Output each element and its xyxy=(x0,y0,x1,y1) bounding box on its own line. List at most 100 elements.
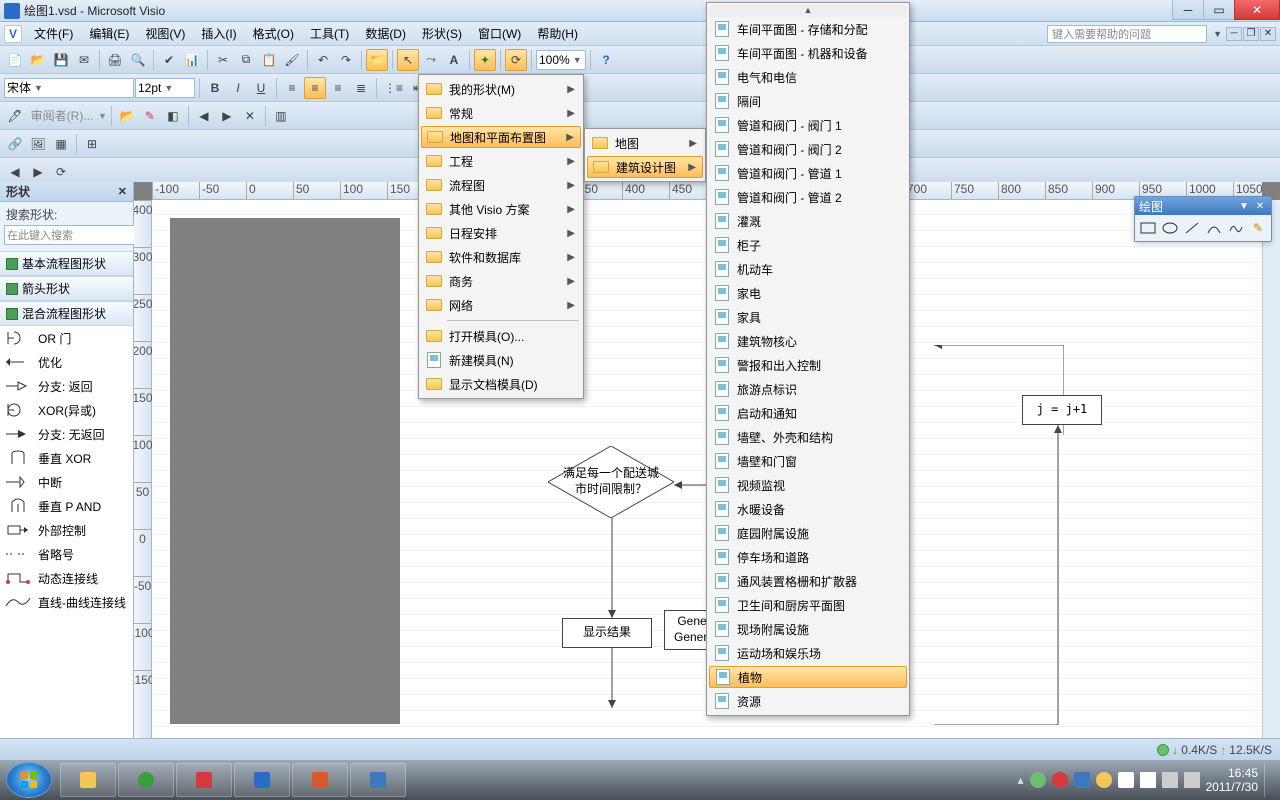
menu-data[interactable]: 数据(D) xyxy=(357,22,414,45)
menu-item[interactable]: 庭园附属设施 xyxy=(709,521,907,545)
menu-item[interactable]: 现场附属设施 xyxy=(709,617,907,641)
tray-icon[interactable] xyxy=(1052,772,1068,788)
shape-item[interactable]: 优化 xyxy=(0,350,133,374)
track-markup-icon[interactable]: ▥ xyxy=(270,105,292,127)
menu-item[interactable]: 地图和平面布置图▶ xyxy=(421,126,581,148)
menu-item[interactable]: 管道和阀门 - 阀门 2 xyxy=(709,137,907,161)
tray-icon[interactable] xyxy=(1118,772,1134,788)
menu-item[interactable]: 管道和阀门 - 阀门 1 xyxy=(709,113,907,137)
tray-icon[interactable] xyxy=(1096,772,1112,788)
menu-item[interactable]: 机动车 xyxy=(709,257,907,281)
menu-item[interactable]: 网络▶ xyxy=(421,293,581,317)
shape-item[interactable]: 分支: 无返回 xyxy=(0,422,133,446)
shapes-category-basic-flowchart[interactable]: 基本流程图形状 xyxy=(0,251,133,276)
print-preview-icon[interactable]: 🔍 xyxy=(127,49,149,71)
menu-insert[interactable]: 插入(I) xyxy=(193,22,244,45)
zoom-combo[interactable]: 100%▼ xyxy=(536,50,586,70)
tray-icon[interactable] xyxy=(1030,772,1046,788)
menu-tools[interactable]: 工具(T) xyxy=(302,22,357,45)
help-search-input[interactable] xyxy=(1047,25,1207,43)
draw-rectangle-icon[interactable] xyxy=(1138,218,1158,238)
new-icon[interactable]: 📄 xyxy=(4,49,26,71)
menu-item[interactable]: 管道和阀门 - 管道 1 xyxy=(709,161,907,185)
menu-item[interactable]: 柜子 xyxy=(709,233,907,257)
format-painter-icon[interactable]: 🖌 xyxy=(281,49,303,71)
menu-item[interactable]: 我的形状(M)▶ xyxy=(421,77,581,101)
shapes-category-mixed-flowchart[interactable]: 混合流程图形状 xyxy=(0,301,133,326)
draw-ellipse-icon[interactable] xyxy=(1160,218,1180,238)
font-name-combo[interactable]: 宋体▼ xyxy=(4,78,134,98)
shape-item[interactable]: 直线-曲线连接线 xyxy=(0,590,133,614)
doc-close-button[interactable]: ✕ xyxy=(1260,27,1276,41)
menu-item[interactable]: 建筑设计图▶ xyxy=(587,156,703,178)
vertical-scrollbar[interactable] xyxy=(1262,200,1280,742)
align-center-icon[interactable]: ≡ xyxy=(304,77,326,99)
task-word[interactable] xyxy=(234,763,290,797)
draw-pencil-icon[interactable]: ✎ xyxy=(1248,218,1268,238)
task-visio[interactable] xyxy=(350,763,406,797)
rotate-icon[interactable]: ⟳ xyxy=(505,49,527,71)
menu-item[interactable]: 显示文档模具(D) xyxy=(421,372,581,396)
cut-icon[interactable]: ✂ xyxy=(212,49,234,71)
doc-restore-button[interactable]: ❐ xyxy=(1243,27,1259,41)
task-explorer[interactable] xyxy=(60,763,116,797)
tray-expand-icon[interactable]: ▴ xyxy=(1017,773,1023,787)
menu-scroll-up-icon[interactable]: ▲ xyxy=(709,5,907,17)
draw-line-icon[interactable] xyxy=(1182,218,1202,238)
open-icon[interactable]: 📂 xyxy=(27,49,49,71)
menu-item[interactable]: 电气和电信 xyxy=(709,65,907,89)
align-justify-icon[interactable]: ≣ xyxy=(350,77,372,99)
drawing-toolbar-options-icon[interactable]: ▼ xyxy=(1237,200,1251,212)
menu-item[interactable]: 灌溉 xyxy=(709,209,907,233)
shape-item[interactable]: OR 门 xyxy=(0,326,133,350)
underline-icon[interactable]: U xyxy=(250,77,272,99)
menu-item[interactable]: 植物 xyxy=(709,666,907,688)
drawing-toolbar[interactable]: 绘图 ▼ ✕ ✎ xyxy=(1134,196,1272,242)
task-pdf[interactable] xyxy=(176,763,232,797)
text-tool-icon[interactable]: A xyxy=(443,49,465,71)
menu-item[interactable]: 车间平面图 - 机器和设备 xyxy=(709,41,907,65)
redo-icon[interactable]: ↷ xyxy=(335,49,357,71)
email-icon[interactable]: ✉ xyxy=(73,49,95,71)
bullets-icon[interactable]: ⋮≡ xyxy=(381,77,406,99)
connection-point-icon[interactable]: ✦ xyxy=(474,49,496,71)
close-button[interactable] xyxy=(1234,0,1280,20)
clock-time[interactable]: 16:45 xyxy=(1206,766,1259,780)
ink-open-icon[interactable]: 📂 xyxy=(116,105,138,127)
next-comment-icon[interactable]: ▶ xyxy=(216,105,238,127)
menu-item[interactable]: 警报和出入控制 xyxy=(709,353,907,377)
undo-icon[interactable]: ↶ xyxy=(312,49,334,71)
refresh-page-icon[interactable]: ⟳ xyxy=(50,161,72,183)
insert-hyperlink-icon[interactable]: 🔗 xyxy=(4,133,26,155)
menu-item[interactable]: 常规▶ xyxy=(421,101,581,125)
font-size-combo[interactable]: 12pt▼ xyxy=(135,78,195,98)
shapes-search-input[interactable] xyxy=(4,225,152,245)
align-right-icon[interactable]: ≡ xyxy=(327,77,349,99)
menu-item[interactable]: 软件和数据库▶ xyxy=(421,245,581,269)
doc-minimize-button[interactable]: ─ xyxy=(1226,27,1242,41)
italic-icon[interactable]: I xyxy=(227,77,249,99)
shapes-category-arrow[interactable]: 箭头形状 xyxy=(0,276,133,301)
shapes-panel-close-icon[interactable]: ✕ xyxy=(118,185,127,198)
menu-item[interactable]: 管道和阀门 - 管道 2 xyxy=(709,185,907,209)
menu-item[interactable]: 水暖设备 xyxy=(709,497,907,521)
tray-icon[interactable] xyxy=(1074,772,1090,788)
menu-item[interactable]: 停车场和道路 xyxy=(709,545,907,569)
flow-decision[interactable]: 满足每一个配送城市时间限制？ xyxy=(548,446,674,518)
menu-item[interactable]: 工程▶ xyxy=(421,149,581,173)
menu-item[interactable]: 商务▶ xyxy=(421,269,581,293)
connector-tool-icon[interactable]: ⤳ xyxy=(420,49,442,71)
delete-comment-icon[interactable]: ✕ xyxy=(239,105,261,127)
app-menu-icon[interactable]: V xyxy=(4,25,22,43)
insert-control-icon[interactable]: ▦ xyxy=(50,133,72,155)
menu-item[interactable]: 隔间 xyxy=(709,89,907,113)
menu-item[interactable]: 地图▶ xyxy=(587,131,703,155)
menu-item[interactable]: 运动场和娱乐场 xyxy=(709,641,907,665)
draw-freeform-icon[interactable] xyxy=(1226,218,1246,238)
task-powerpoint[interactable] xyxy=(292,763,348,797)
menu-window[interactable]: 窗口(W) xyxy=(470,22,529,45)
ink-highlight-icon[interactable]: ✎ xyxy=(139,105,161,127)
save-icon[interactable]: 💾 xyxy=(50,49,72,71)
spelling-icon[interactable]: ✔ xyxy=(158,49,180,71)
previous-page-icon[interactable]: ◀ xyxy=(4,161,26,183)
